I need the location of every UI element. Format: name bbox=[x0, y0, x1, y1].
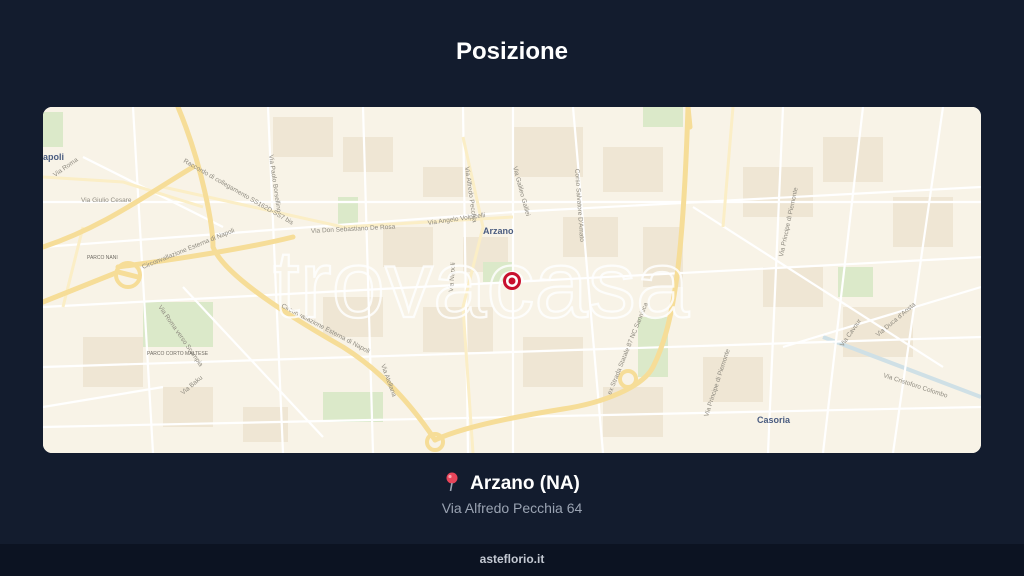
watermark: trovacasa bbox=[273, 231, 690, 338]
location-title: Arzano (NA) bbox=[0, 472, 1024, 498]
round-pushpin-icon bbox=[444, 472, 460, 498]
street-label: Via Giulio Cesare bbox=[81, 197, 132, 204]
location-city: Arzano (NA) bbox=[470, 473, 580, 494]
place-label-napoli: apoli bbox=[43, 152, 64, 162]
place-label-parco-corto: PARCO CORTO MALTESE bbox=[147, 351, 209, 357]
location-marker[interactable] bbox=[503, 272, 521, 290]
place-label-parco-nani: PARCO NANI bbox=[87, 255, 118, 261]
map[interactable]: Via Alfredo Pecchia Via Napoli Via Don S… bbox=[43, 107, 981, 453]
map-canvas[interactable]: Via Alfredo Pecchia Via Napoli Via Don S… bbox=[43, 107, 981, 453]
footer-site-link[interactable]: asteflorio.it bbox=[480, 552, 545, 566]
page-title: Posizione bbox=[455, 38, 569, 65]
footer: asteflorio.it bbox=[0, 544, 1024, 576]
place-label-casoria: Casoria bbox=[757, 415, 791, 425]
location-address: Via Alfredo Pecchia 64 bbox=[441, 500, 583, 516]
